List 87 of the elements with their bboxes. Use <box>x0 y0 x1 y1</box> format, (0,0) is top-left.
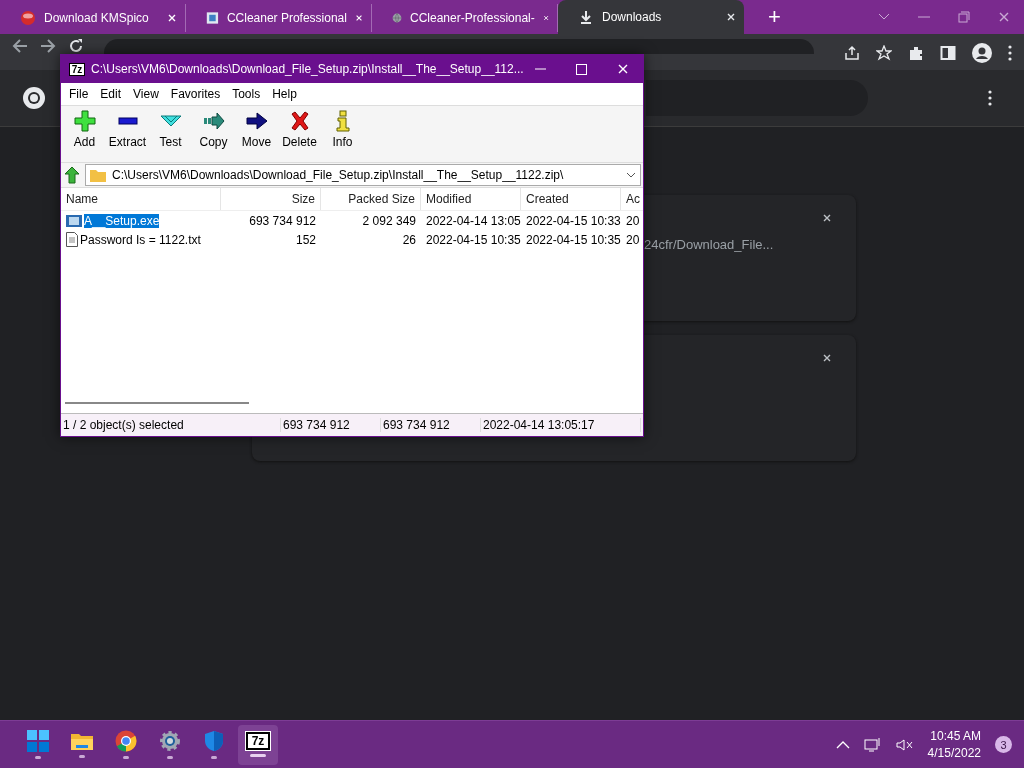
column-header[interactable]: Name <box>61 188 221 210</box>
app-icon <box>206 10 219 26</box>
download-url[interactable]: 24cfr/Download_File... <box>644 237 774 321</box>
status-text: 1 / 2 object(s) selected <box>61 418 281 432</box>
notification-badge[interactable]: 3 <box>995 736 1012 753</box>
star-icon[interactable] <box>876 45 892 61</box>
chevron-up-icon[interactable] <box>835 740 850 749</box>
browser-tab[interactable]: Downloads <box>558 0 744 34</box>
toolbar-button[interactable]: Delete <box>278 110 321 149</box>
chrome-logo-icon <box>22 86 46 110</box>
close-icon[interactable] <box>822 353 832 363</box>
chrome-icon[interactable] <box>115 730 137 752</box>
arrow-right-icon <box>245 110 268 132</box>
sidebar-icon[interactable] <box>940 45 956 61</box>
plus-icon <box>73 110 96 132</box>
app-logo: 7z <box>69 62 85 76</box>
browser-tab[interactable]: Download KMSpico <box>0 4 186 32</box>
menu-icon[interactable] <box>1008 45 1012 61</box>
file-name[interactable]: A__Setup.exe <box>84 213 160 228</box>
shield-icon[interactable] <box>204 730 224 752</box>
folder-icon[interactable] <box>70 731 94 751</box>
table-cell-text: 693 734 912 <box>248 213 317 228</box>
forward-icon[interactable] <box>40 38 56 54</box>
restore-icon[interactable] <box>958 11 970 23</box>
table-cell-text: 2022-04-15 10:35 <box>425 232 521 247</box>
column-header[interactable]: Created <box>521 188 621 210</box>
status-text: 693 734 912 <box>381 418 481 432</box>
file-name[interactable]: Password Is = 1122.txt <box>80 232 201 247</box>
menu-icon[interactable] <box>988 90 992 106</box>
column-header[interactable]: Modified <box>421 188 521 210</box>
toolbar-button[interactable]: Add <box>63 110 106 149</box>
close-icon[interactable] <box>822 213 832 223</box>
arrow-right-icon <box>202 110 225 132</box>
column-header[interactable]: Packed Size <box>321 188 421 210</box>
folder-icon <box>90 168 106 182</box>
menu-item[interactable]: File <box>63 87 95 101</box>
toolbar-button[interactable]: Copy <box>192 110 235 149</box>
table-cell-text: 20 <box>625 213 641 228</box>
profile-icon[interactable] <box>972 43 992 63</box>
menu-item[interactable]: Tools <box>226 87 267 101</box>
table-cell-text: 2022-04-15 10:35 <box>525 232 621 247</box>
menu-item[interactable]: Edit <box>94 87 128 101</box>
table-cell-text: 2022-04-15 10:33 <box>525 213 621 228</box>
scrollbar[interactable] <box>65 402 249 404</box>
text-file-icon <box>66 232 78 247</box>
column-header[interactable]: Ac <box>621 188 643 210</box>
menu-item[interactable]: Help <box>266 87 303 101</box>
up-arrow-icon[interactable] <box>63 166 81 184</box>
app-logo: 7z <box>246 732 270 750</box>
table-cell-text: 20 <box>625 232 641 247</box>
column-header[interactable]: Size <box>221 188 321 210</box>
menu-item[interactable]: View <box>127 87 165 101</box>
new-tab-button[interactable]: + <box>764 4 785 30</box>
muted-speaker-icon[interactable] <box>895 737 914 752</box>
table-cell-text: 152 <box>294 232 317 247</box>
chevron-down-icon[interactable] <box>878 13 890 21</box>
disc-icon <box>20 10 36 26</box>
toolbar-button[interactable]: Test <box>149 110 192 149</box>
table-cell-text: 2022-04-14 13:05 <box>425 213 521 228</box>
close-icon[interactable] <box>354 13 363 23</box>
toolbar-button[interactable]: Extract <box>106 110 149 149</box>
status-text: 693 734 912 <box>281 418 381 432</box>
browser-tab[interactable]: CCleaner Professional <box>186 4 372 32</box>
download-icon <box>578 9 594 25</box>
window-title: C:\Users\VM6\Downloads\Download_File_Setup.zip\Install__The__Setup__112... <box>91 62 525 76</box>
clock-time[interactable]: 10:45 AM <box>930 727 981 745</box>
gear-icon[interactable] <box>159 730 181 752</box>
network-icon[interactable] <box>863 736 882 753</box>
path-field[interactable]: C:\Users\VM6\Downloads\Download_File_Setup.zip\Install__The__Setup__1122.zip\ <box>85 164 641 186</box>
close-icon[interactable] <box>542 13 549 23</box>
taskbar-app[interactable]: 7z <box>238 724 278 765</box>
globe-icon <box>392 10 402 26</box>
maximize-icon[interactable] <box>576 63 587 75</box>
table-cell-text: 2 092 349 <box>361 213 417 228</box>
film-file-icon <box>66 214 82 227</box>
menu-item[interactable]: Favorites <box>164 87 227 101</box>
status-text: 2022-04-14 13:05:17 <box>481 418 641 432</box>
windows-icon[interactable] <box>27 730 49 752</box>
puzzle-icon[interactable] <box>908 45 924 61</box>
back-icon[interactable] <box>12 38 28 54</box>
chevron-down-icon <box>626 172 636 178</box>
table-cell-text: 26 <box>401 232 417 247</box>
clock-date[interactable]: 4/15/2022 <box>927 744 981 762</box>
toolbar-button[interactable]: Move <box>235 110 278 149</box>
share-icon[interactable] <box>844 45 860 61</box>
toolbar-button[interactable]: Info <box>321 110 364 149</box>
reload-icon[interactable] <box>68 38 84 54</box>
